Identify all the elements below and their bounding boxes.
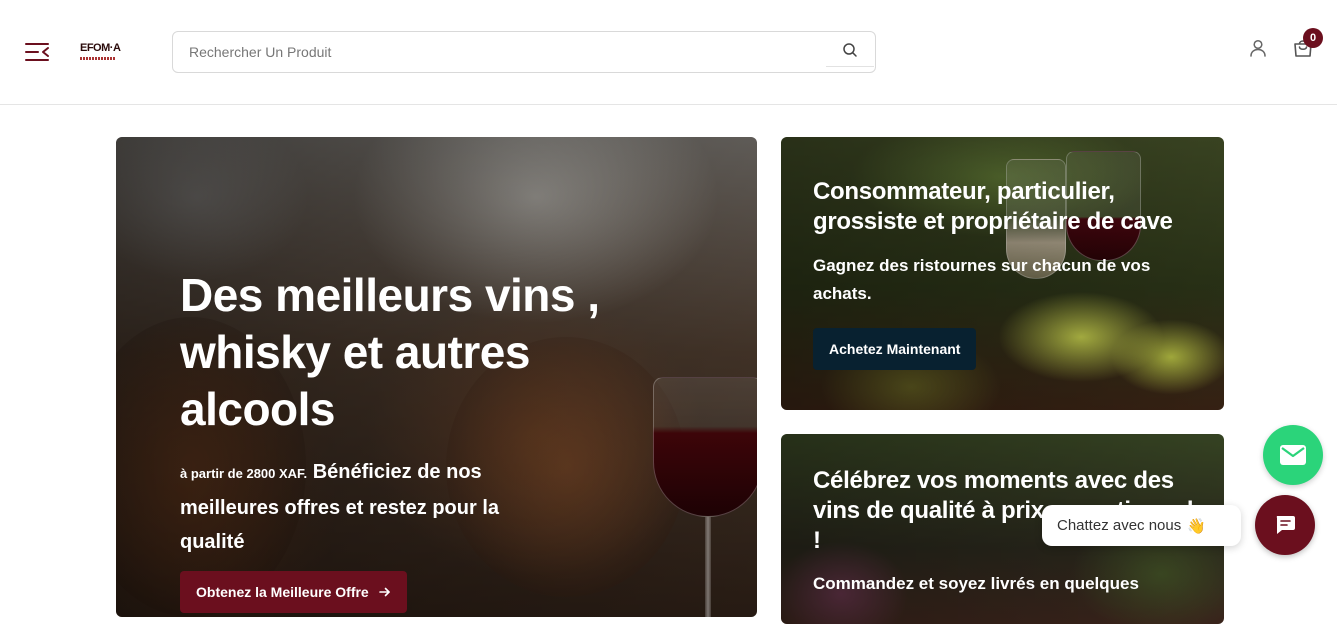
user-icon[interactable] xyxy=(1248,38,1268,58)
logo-text: EFOM·A xyxy=(80,42,121,54)
arrow-right-icon xyxy=(378,587,390,597)
hero-title: Des meilleurs vins , whisky et autres al… xyxy=(180,269,600,435)
menu-icon[interactable] xyxy=(24,40,52,64)
promo-card-text: Gagnez des ristournes sur chacun de vos … xyxy=(813,256,1151,303)
price-note: à partir de 2800 XAF. xyxy=(180,466,308,481)
best-offer-label: Obtenez la Meilleure Offre xyxy=(196,584,369,600)
mail-icon xyxy=(1280,445,1306,465)
wine-glass-image xyxy=(653,377,757,517)
search-input[interactable] xyxy=(189,32,809,72)
cart-count-badge: 0 xyxy=(1303,28,1323,48)
promo-card-wholesale: Consommateur, particulier, grossiste et … xyxy=(781,137,1224,410)
promo-card-text: Commandez et soyez livrés en quelques xyxy=(813,574,1139,593)
chat-icon xyxy=(1276,516,1295,534)
chat-invite-text: Chattez avec nous xyxy=(1057,517,1182,534)
site-header: EFOM·A 0 xyxy=(0,0,1337,105)
wave-emoji-icon: 👋 xyxy=(1187,517,1206,535)
hero-subtitle: à partir de 2800 XAF. Bénéficiez de nos … xyxy=(180,455,560,559)
chat-open-button[interactable] xyxy=(1255,495,1315,555)
promo-card-title: Consommateur, particulier, grossiste et … xyxy=(813,178,1173,235)
search-button[interactable] xyxy=(826,33,874,67)
email-contact-button[interactable] xyxy=(1263,425,1323,485)
search-bar xyxy=(172,31,876,73)
hero-banner: Des meilleurs vins , whisky et autres al… xyxy=(116,137,757,617)
wine-glass-stem xyxy=(705,517,711,617)
logo[interactable]: EFOM·A xyxy=(80,38,132,62)
buy-now-button[interactable]: Achetez Maintenant xyxy=(813,328,977,370)
search-icon xyxy=(843,42,857,57)
logo-tagline xyxy=(80,57,116,60)
chat-invite-bubble[interactable]: Chattez avec nous 👋 xyxy=(1042,505,1241,546)
best-offer-button[interactable]: Obtenez la Meilleure Offre xyxy=(180,571,407,613)
